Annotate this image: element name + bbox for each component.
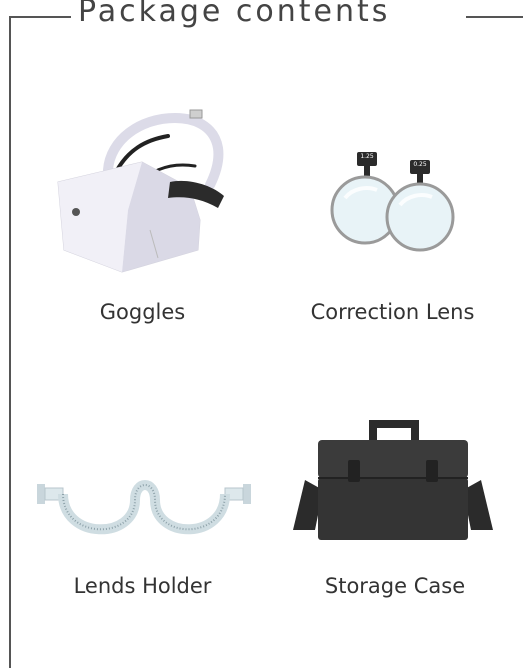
item-label-lens-holder: Lends Holder [73,574,212,598]
item-label-storage-case: Storage Case [324,574,466,598]
goggles-icon [57,109,224,273]
lens-tag-left: 1.25 [360,153,374,160]
frame-top-border-left [9,16,71,18]
item-label-correction-lens: Correction Lens [310,300,475,324]
lens-holder-icon [37,480,251,535]
item-label-goggles: Goggles [99,300,186,324]
page-title: Package contents [78,0,391,29]
lens-tag-right: 0.25 [413,161,427,168]
correction-lens-icon [330,152,455,252]
storage-case-icon [293,420,493,540]
frame-top-border-right [466,16,523,18]
frame-left-border [9,16,11,668]
